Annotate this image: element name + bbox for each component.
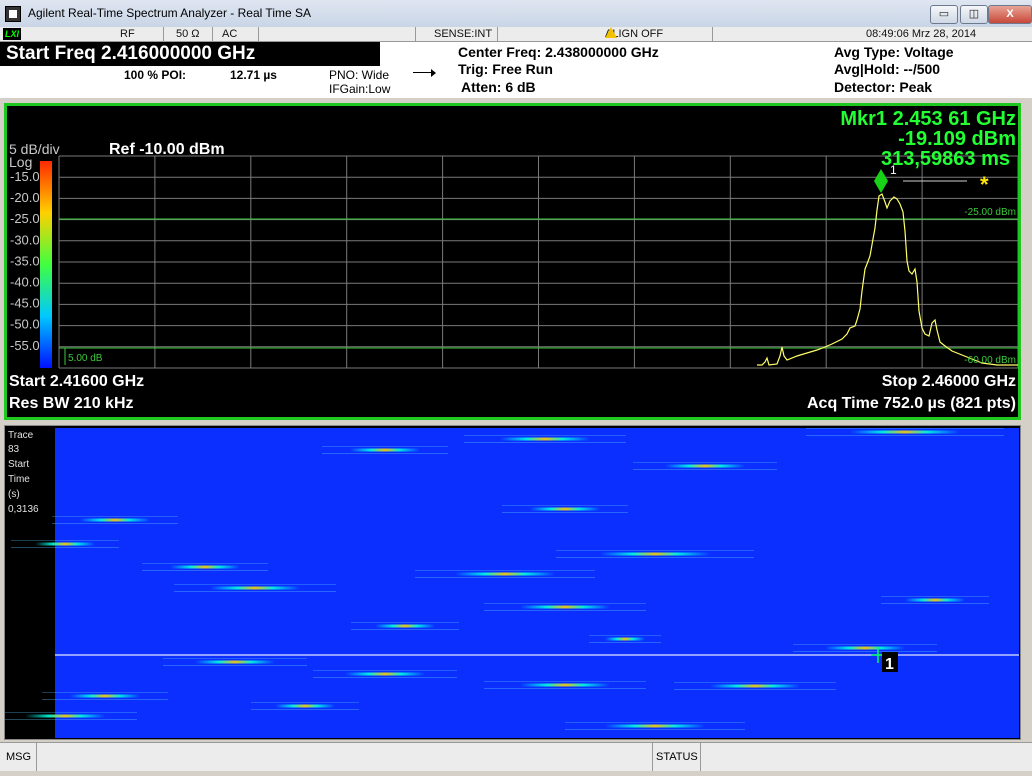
impedance-label: 50 Ω [176,28,200,40]
y-tick-label: -20.0 [10,190,40,205]
y-tick-label: -15.0 [10,169,40,184]
message-status-bar: MSG STATUS [0,742,1032,771]
graticule-grid [58,155,1018,369]
waterfall-label-4: (s) [8,489,20,500]
sense-label: SENSE:INT [434,28,493,40]
avg-type-label: Avg Type: Voltage [834,44,954,60]
bracket-value-label: 5.00 dB [68,353,103,364]
app-icon [5,6,21,22]
y-tick-label: -40.0 [10,275,40,290]
waterfall-trace-info: Trace 83 Start Time (s) 0,3136 [8,430,39,515]
y-tick-label: -45.0 [10,296,40,311]
rf-input-label: RF [120,28,135,40]
trig-label: Trig: Free Run [458,61,553,77]
datetime-label: 08:49:06 Mrz 28, 2014 [866,28,977,40]
ifgain-label: IFGain:Low [329,82,391,96]
star-icon: * [980,172,989,197]
y-tick-label: -25.0 [10,211,40,226]
detector-label: Detector: Peak [834,79,933,95]
waterfall-label-2: Start [8,459,29,470]
waterfall-label-1: 83 [8,444,20,455]
stop-frequency-label: Stop 2.46000 GHz [882,373,1016,390]
start-frequency-label: Start 2.41600 GHz [9,373,144,390]
waterfall-label-3: Time [8,474,30,485]
waterfall-label-0: Trace [8,430,34,441]
display-line-upper-label: -25.00 dBm [964,207,1016,218]
marker-diamond-icon[interactable] [874,169,888,193]
y-tick-label: -35.0 [10,253,40,268]
maximize-button[interactable]: ◫ [960,5,988,24]
atten-label: Atten: 6 dB [461,79,536,95]
center-freq-label: Center Freq: 2.438000000 GHz [458,44,659,60]
window-title: Agilent Real-Time Spectrum Analyzer - Re… [28,6,311,20]
window-titlebar: Agilent Real-Time Spectrum Analyzer - Re… [0,0,1032,27]
waterfall-label-5: 0,3136 [8,504,39,515]
waterfall-background [55,428,1019,738]
poi-time: 12.71 µs [230,68,277,82]
avg-hold-label: Avg|Hold: --/500 [834,61,941,77]
waterfall-marker-label: 1 [885,656,894,673]
align-status: ALIGN OFF [605,27,664,40]
marker-frequency-readout: Mkr1 2.453 61 GHz [840,108,1016,130]
log-scale-label: Log [9,154,32,170]
y-tick-label: -55.0 [10,338,40,353]
warning-icon [605,27,617,38]
poi-label: 100 % POI: [124,68,187,82]
coupling-label: AC [222,28,238,40]
y-axis-ticks: -15.0 -20.0 -25.0 -30.0 -35.0 -40.0 -45.0 -50.0… [10,169,40,353]
display-line-lower-label: -60.00 dBm [964,355,1016,366]
minimize-button[interactable]: ▭ [930,5,958,24]
marker-amplitude-readout: -19.109 dBm [898,128,1016,150]
status-label: STATUS [656,751,698,763]
instrument-status-bar: LXI RF 50 Ω AC SENSE:INT ALIGN OFF 08:49… [0,27,1032,42]
resolution-bandwidth-label: Res BW 210 kHz [9,395,134,412]
msg-label: MSG [6,751,32,763]
pno-label: PNO: Wide [329,68,390,82]
color-scale-bar [40,161,52,368]
y-tick-label: -30.0 [10,232,40,247]
spectrum-display[interactable]: 1 * 5 dB/div Ref -10.00 dBm Log -15.0 -20… [4,103,1021,420]
marker-time-readout: 313,59863 ms [881,148,1010,170]
double-arrow-icon [410,68,436,78]
active-function-start-freq[interactable]: Start Freq 2.416000000 GHz [0,42,380,66]
reference-level: Ref -10.00 dBm [109,141,225,158]
y-tick-label: -50.0 [10,317,40,332]
lxi-logo: LXI [3,28,21,40]
waterfall-display[interactable]: 1 Trace 83 Start Time (s) 0,3136 [4,425,1021,740]
acquisition-time-label: Acq Time 752.0 µs (821 pts) [807,395,1016,412]
close-button[interactable]: X [988,5,1032,24]
